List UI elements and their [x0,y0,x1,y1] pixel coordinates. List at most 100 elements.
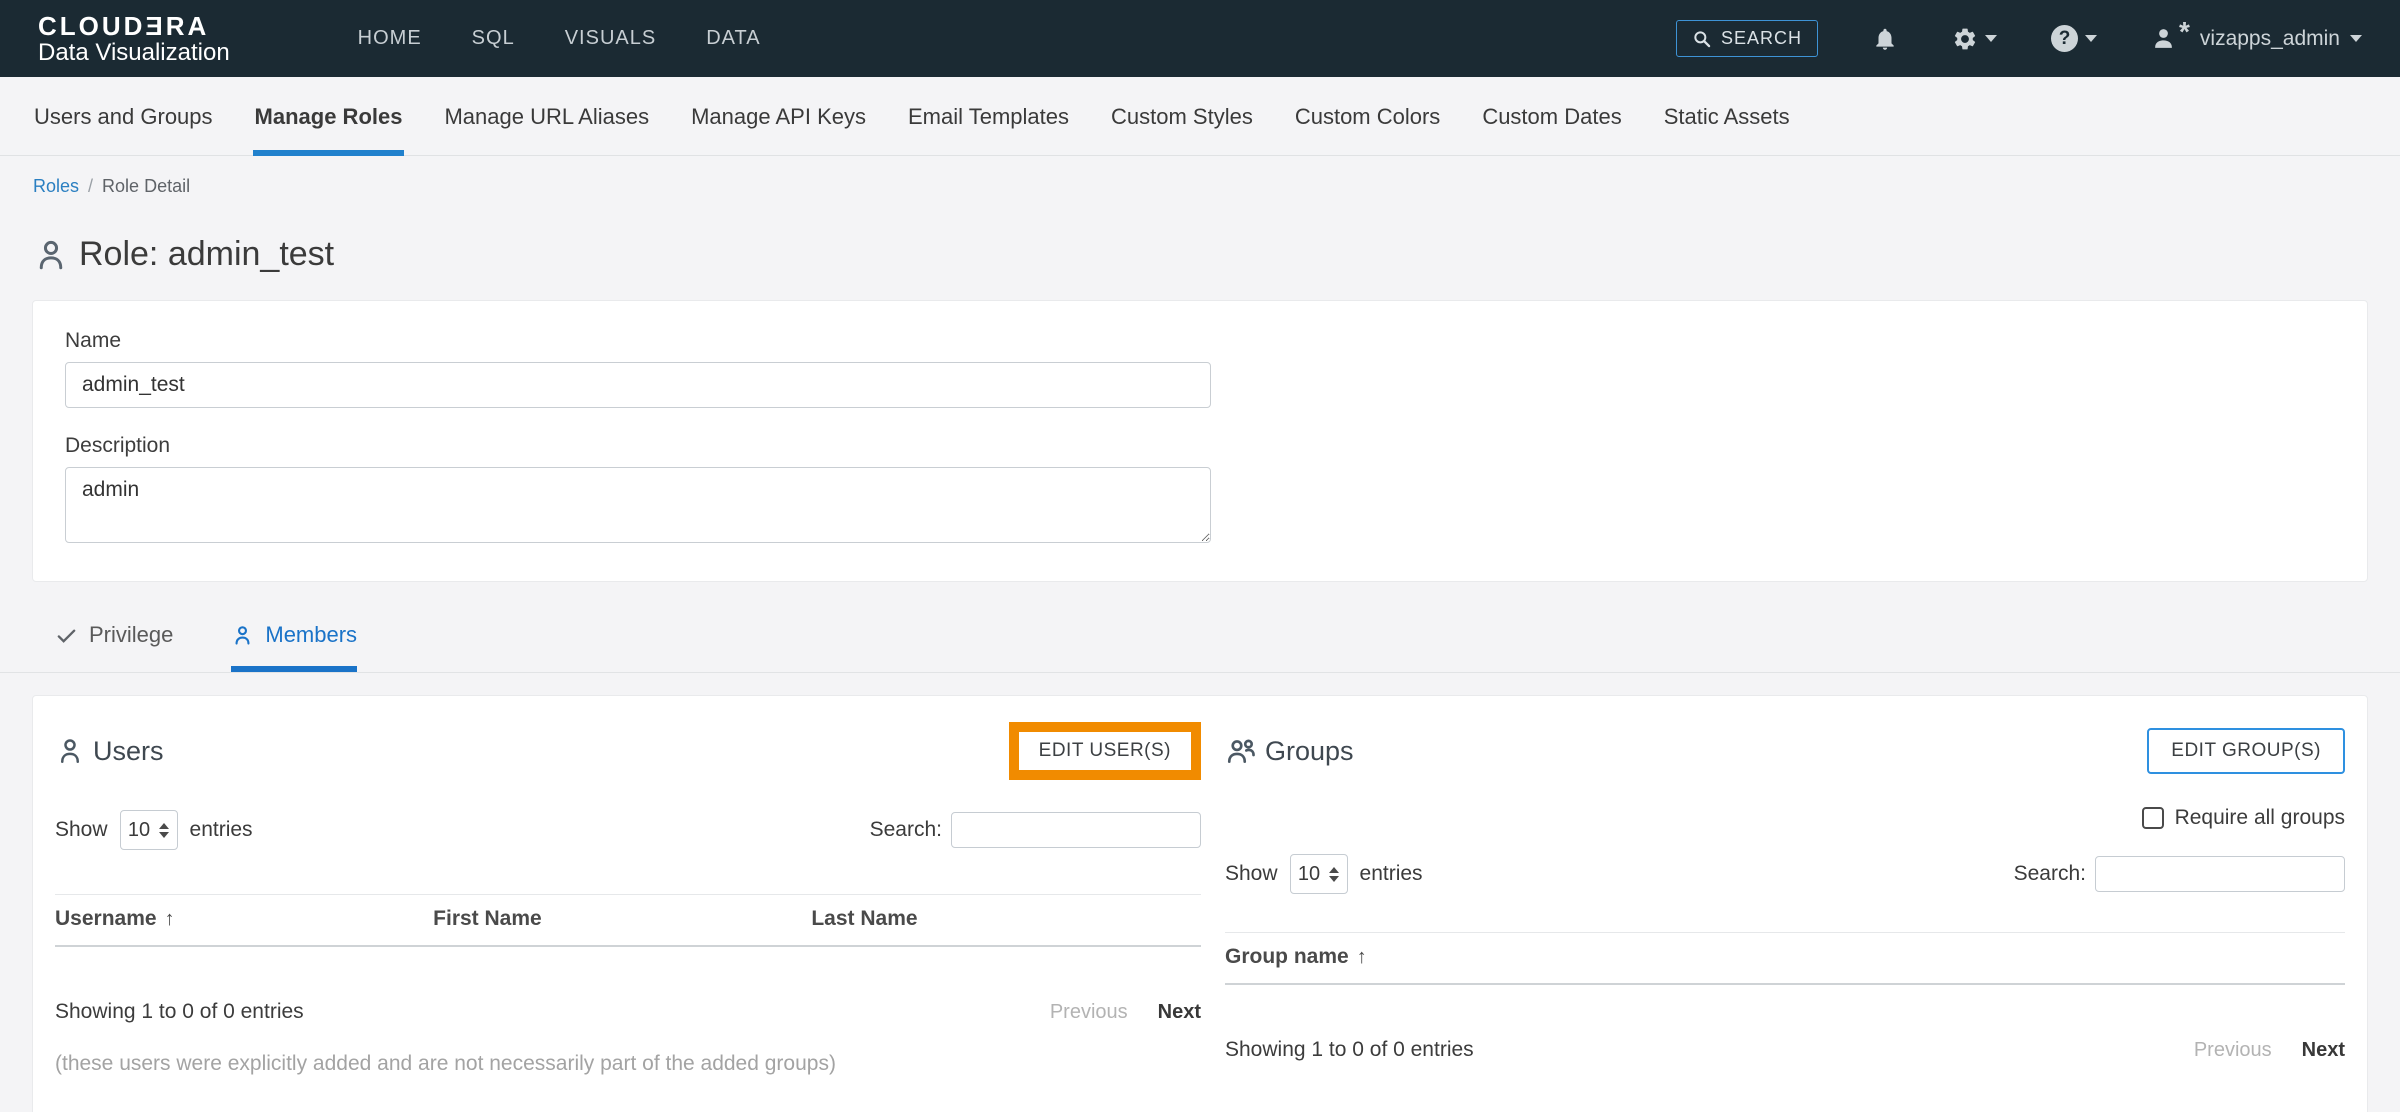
sort-asc-icon: ↑ [1357,946,1367,968]
users-column-username[interactable]: Username↑ [55,895,433,947]
description-field[interactable]: admin [65,467,1211,543]
require-all-groups-checkbox[interactable] [2142,807,2164,829]
help-menu-button[interactable]: ? [2051,25,2097,52]
require-all-groups-label: Require all groups [2175,806,2345,830]
entries-label: entries [1360,862,1423,886]
tab-manage-api-keys[interactable]: Manage API Keys [689,77,868,156]
users-search-input[interactable] [951,812,1201,848]
spinner-arrows-icon [1329,867,1339,882]
bell-icon [1872,26,1898,52]
role-detail-subtabs: Privilege Members [0,622,2400,673]
show-label: Show [55,818,108,842]
nav-item-visuals[interactable]: VISUALS [565,27,656,50]
name-label: Name [65,329,2335,353]
logo-product: Data Visualization [38,40,230,66]
groups-heading: Groups [1225,735,1354,767]
username-label: vizapps_admin [2200,27,2340,51]
members-card: Users EDIT USER(S) Show 10 entries Searc… [32,695,2368,1112]
users-column-first-name[interactable]: First Name [433,895,811,947]
groups-showing-status: Showing 1 to 0 of 0 entries [1225,1038,1474,1062]
tab-custom-colors[interactable]: Custom Colors [1293,77,1442,156]
users-heading-label: Users [93,736,164,767]
users-search-label: Search: [870,818,942,842]
empty-table-row [1225,984,2345,1014]
breadcrumb-roles-link[interactable]: Roles [33,176,79,197]
chevron-down-icon [2085,35,2097,42]
tab-privilege-label: Privilege [89,622,173,648]
notifications-button[interactable] [1872,26,1898,52]
tab-members[interactable]: Members [231,622,357,672]
groups-search-control: Search: [2014,856,2345,892]
groups-table: Group name↑ [1225,932,2345,1014]
groups-search-input[interactable] [2095,856,2345,892]
nav-item-home[interactable]: HOME [358,27,422,50]
cloudera-logo: CLOUDƎRA Data Visualization [38,12,230,66]
chevron-down-icon [1985,35,1997,42]
groups-heading-label: Groups [1265,736,1354,767]
people-icon [1225,735,1257,767]
person-icon [55,736,85,766]
users-next-button[interactable]: Next [1158,1001,1201,1024]
users-column-last-name[interactable]: Last Name [811,895,1201,947]
show-label: Show [1225,862,1278,886]
require-all-groups-control: Require all groups [1225,806,2345,830]
users-note: (these users were explicitly added and a… [55,1052,1201,1076]
user-icon [2151,26,2176,51]
users-page-size-control: Show 10 entries [55,810,253,850]
logo-brand: CLOUDƎRA [38,12,230,40]
tab-members-label: Members [265,622,357,648]
help-icon: ? [2051,25,2078,52]
groups-previous-button[interactable]: Previous [2194,1039,2272,1062]
edit-users-highlight: EDIT USER(S) [1009,722,1201,780]
groups-page-size-control: Show 10 entries [1225,854,1423,894]
groups-pagination: Previous Next [2194,1039,2345,1062]
sort-asc-icon: ↑ [165,908,175,930]
role-form-card: Name Description admin [32,300,2368,582]
nav-item-data[interactable]: DATA [706,27,760,50]
search-button[interactable]: SEARCH [1676,20,1818,57]
edit-groups-button[interactable]: EDIT GROUP(S) [2147,728,2345,774]
groups-next-button[interactable]: Next [2302,1039,2345,1062]
role-icon [33,237,69,273]
users-search-control: Search: [870,812,1201,848]
tab-static-assets[interactable]: Static Assets [1662,77,1792,156]
admin-indicator: * [2179,16,2190,48]
nav-item-sql[interactable]: SQL [472,27,515,50]
users-panel: Users EDIT USER(S) Show 10 entries Searc… [55,722,1201,1112]
users-showing-status: Showing 1 to 0 of 0 entries [55,1000,304,1024]
page-title: Role: admin_test [33,235,2367,274]
groups-search-label: Search: [2014,862,2086,886]
edit-users-button[interactable]: EDIT USER(S) [1019,732,1191,770]
groups-page-size-value: 10 [1298,863,1320,886]
name-field[interactable] [65,362,1211,408]
tab-privilege[interactable]: Privilege [55,622,173,672]
users-pagination: Previous Next [1050,1001,1201,1024]
entries-label: entries [190,818,253,842]
empty-table-row [55,946,1201,976]
page-title-text: Role: admin_test [79,235,334,274]
search-button-label: SEARCH [1721,28,1802,49]
breadcrumb: Roles / Role Detail [0,156,2400,197]
tab-custom-dates[interactable]: Custom Dates [1480,77,1623,156]
tab-manage-url-aliases[interactable]: Manage URL Aliases [442,77,651,156]
users-page-size-value: 10 [128,819,150,842]
users-page-size-select[interactable]: 10 [120,810,178,850]
tab-email-templates[interactable]: Email Templates [906,77,1071,156]
tab-custom-styles[interactable]: Custom Styles [1109,77,1255,156]
gear-icon [1952,26,1978,52]
users-previous-button[interactable]: Previous [1050,1001,1128,1024]
settings-menu-button[interactable] [1952,26,1997,52]
checkmark-icon [55,624,78,647]
top-navbar: CLOUDƎRA Data Visualization HOME SQL VIS… [0,0,2400,77]
search-icon [1692,29,1712,49]
groups-column-group-name[interactable]: Group name↑ [1225,933,2345,985]
admin-tabbar: Users and Groups Manage Roles Manage URL… [0,77,2400,156]
user-menu-button[interactable]: * vizapps_admin [2151,23,2362,55]
person-icon [231,624,254,647]
tab-users-and-groups[interactable]: Users and Groups [32,77,215,156]
users-table: Username↑ First Name Last Name [55,894,1201,976]
groups-page-size-select[interactable]: 10 [1290,854,1348,894]
tab-manage-roles[interactable]: Manage Roles [253,77,405,156]
breadcrumb-current: Role Detail [102,176,190,197]
main-nav: HOME SQL VISUALS DATA [358,27,761,50]
